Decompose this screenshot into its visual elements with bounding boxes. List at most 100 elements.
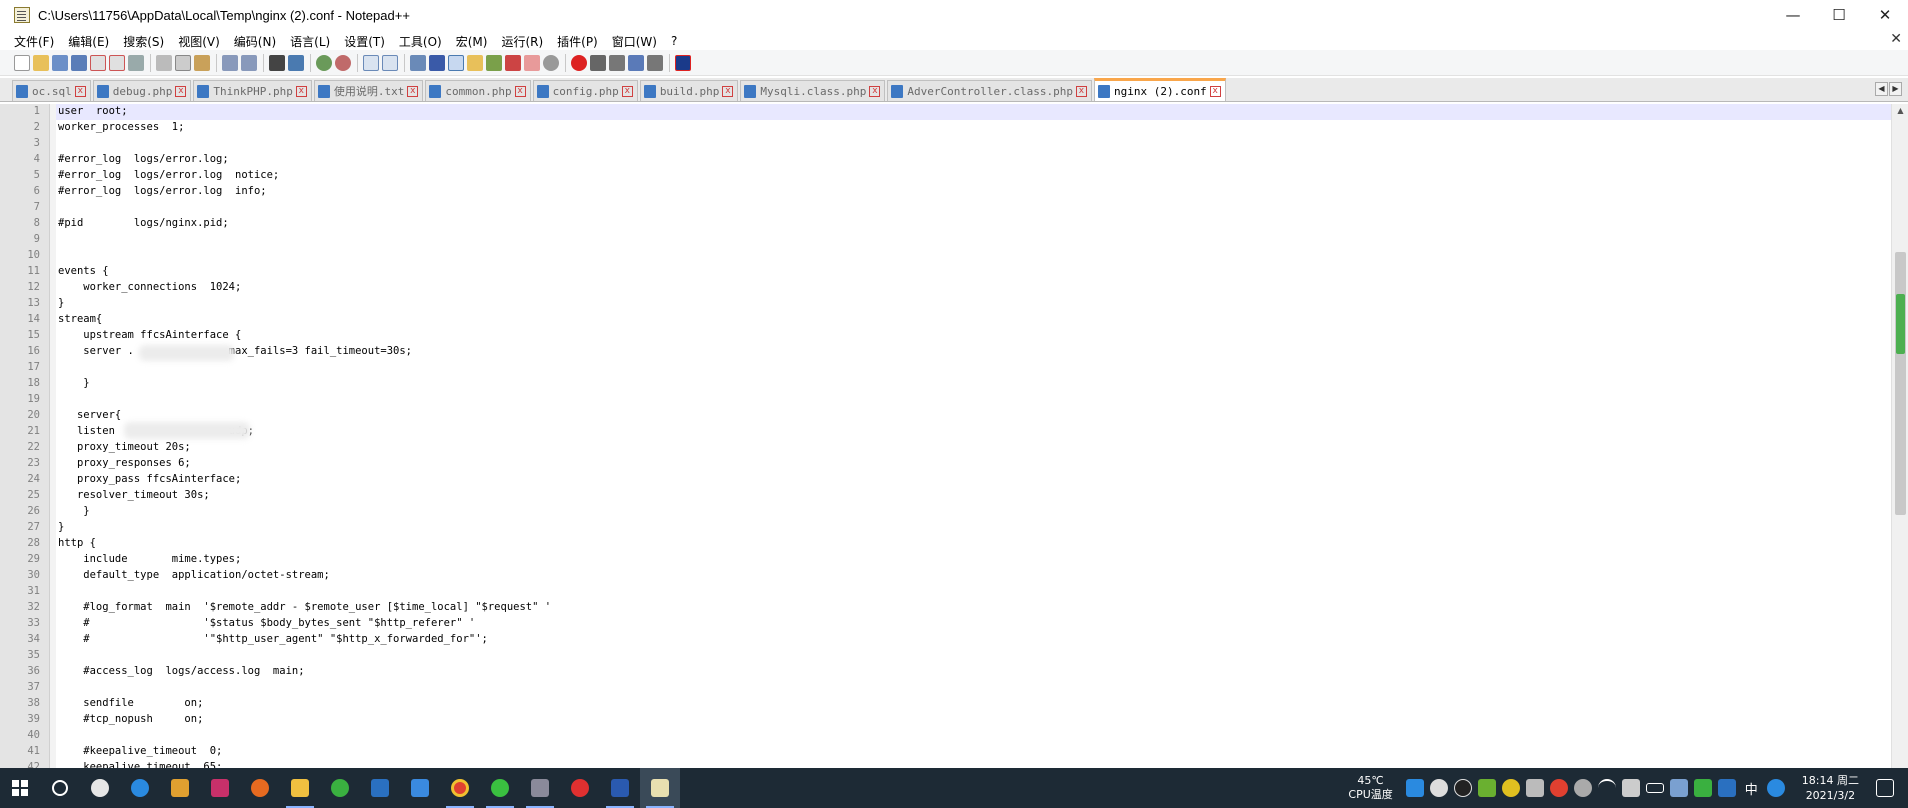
tab-close-icon[interactable]: x: [1075, 85, 1087, 97]
stop-macro-icon[interactable]: [590, 54, 606, 71]
menu-edit[interactable]: 编辑(E): [61, 33, 116, 50]
indent-guide-icon[interactable]: [448, 54, 464, 71]
tab-close-icon[interactable]: x: [869, 85, 881, 97]
open-file-icon[interactable]: [33, 54, 49, 71]
tab-config-php[interactable]: config.php x: [532, 80, 638, 101]
qq-tray-icon[interactable]: [1453, 779, 1472, 797]
maximize-button[interactable]: ☐: [1816, 0, 1862, 30]
menu-macro[interactable]: 宏(M): [449, 33, 495, 50]
close-file-icon[interactable]: [90, 54, 106, 71]
tab-close-icon[interactable]: x: [621, 85, 633, 97]
tab-close-icon[interactable]: x: [722, 85, 734, 97]
code-line[interactable]: proxy_pass ffcsAinterface;: [58, 473, 241, 485]
tab-common-php[interactable]: common.php x: [425, 80, 531, 101]
paste-icon[interactable]: [194, 54, 210, 71]
tab-build-php[interactable]: build.php x: [639, 80, 739, 101]
code-line[interactable]: default_type application/octet-stream;: [58, 569, 330, 581]
menu-window[interactable]: 窗口(W): [605, 33, 664, 50]
taskbar-wechat[interactable]: [480, 768, 520, 808]
tab-usage-txt[interactable]: 使用说明.txt x: [313, 80, 424, 101]
code-line[interactable]: server{: [58, 409, 121, 421]
replace-icon[interactable]: [288, 54, 304, 71]
app-blue-tray-icon[interactable]: [1717, 779, 1736, 797]
code-line[interactable]: }: [58, 297, 64, 309]
cpu-temperature[interactable]: 45℃ CPU温度: [1348, 774, 1392, 802]
language-icon[interactable]: [467, 54, 483, 71]
ime-indicator[interactable]: 中: [1745, 779, 1758, 798]
undo-icon[interactable]: [222, 54, 238, 71]
doc-map-icon[interactable]: [486, 54, 502, 71]
qq-tray-icon-2[interactable]: [1766, 779, 1785, 797]
code-line[interactable]: include mime.types;: [58, 553, 241, 565]
code-line[interactable]: #error_log logs/error.log;: [58, 153, 229, 165]
system-clock[interactable]: 18:14 周二 2021/3/2: [1802, 773, 1859, 803]
folder-workspace-icon[interactable]: [524, 54, 540, 71]
tab-advercontroller-php[interactable]: AdverController.class.php x: [887, 80, 1092, 101]
taskbar-app-9[interactable]: [400, 768, 440, 808]
code-line[interactable]: server . max_fails=3 fail_timeout=30s;: [58, 345, 412, 357]
cortana-search-button[interactable]: [40, 768, 80, 808]
menu-tools[interactable]: 工具(O): [392, 33, 449, 50]
taskbar-app-12[interactable]: [520, 768, 560, 808]
taskbar-word[interactable]: [600, 768, 640, 808]
tab-nginx-conf[interactable]: nginx (2).conf x: [1093, 78, 1226, 101]
wechat-tray-icon[interactable]: [1429, 779, 1448, 797]
volume-muted-icon[interactable]: [1621, 779, 1640, 797]
record-macro-icon[interactable]: [571, 54, 587, 71]
tab-close-icon[interactable]: x: [74, 85, 86, 97]
app-yellow-tray-icon[interactable]: [1501, 779, 1520, 797]
code-line[interactable]: worker_connections 1024;: [58, 281, 241, 293]
play-macro-icon[interactable]: [609, 54, 625, 71]
tab-close-icon[interactable]: x: [295, 85, 307, 97]
menu-run[interactable]: 运行(R): [494, 33, 550, 50]
zoom-in-icon[interactable]: [316, 54, 332, 71]
tab-scroll-right-icon[interactable]: ▶: [1889, 82, 1902, 96]
taskbar-app-13[interactable]: [560, 768, 600, 808]
code-line[interactable]: # '$status $body_bytes_sent "$http_refer…: [58, 617, 475, 629]
copy-icon[interactable]: [175, 54, 191, 71]
code-editor[interactable]: 1 2 3 4 5 6 7 8 9 10 11 12 13 14 15 16 17 18 19 20 21 22 23 24 2…: [0, 104, 1908, 768]
menu-help[interactable]: ?: [664, 34, 684, 48]
close-document-icon[interactable]: ✕: [1890, 31, 1902, 47]
fold-margin[interactable]: [50, 104, 56, 768]
qq-browser-tray-icon[interactable]: [1405, 779, 1424, 797]
code-line[interactable]: #error_log logs/error.log notice;: [58, 169, 279, 181]
weibo-tray-icon[interactable]: [1549, 779, 1568, 797]
cut-icon[interactable]: [156, 54, 172, 71]
code-line[interactable]: # '"$http_user_agent" "$http_x_forwarded…: [58, 633, 488, 645]
taskbar-app-3[interactable]: [160, 768, 200, 808]
code-line[interactable]: proxy_responses 6;: [58, 457, 191, 469]
code-line[interactable]: resolver_timeout 30s;: [58, 489, 210, 501]
code-line[interactable]: keepalive_timeout 65;: [58, 761, 222, 768]
tab-debug-php[interactable]: debug.php x: [92, 80, 192, 101]
code-line[interactable]: #error_log logs/error.log info;: [58, 185, 267, 197]
code-line[interactable]: }: [58, 505, 89, 517]
minimize-button[interactable]: —: [1770, 0, 1816, 30]
tab-close-icon[interactable]: x: [407, 85, 419, 97]
spell-check-icon[interactable]: [675, 54, 691, 71]
code-line[interactable]: worker_processes 1;: [58, 121, 184, 133]
code-line[interactable]: #tcp_nopush on;: [58, 713, 203, 725]
sync-vertical-icon[interactable]: [363, 54, 379, 71]
scroll-up-icon[interactable]: ▲: [1895, 106, 1906, 115]
vs-tray-icon[interactable]: [1693, 779, 1712, 797]
menu-search[interactable]: 搜索(S): [116, 33, 171, 50]
menu-file[interactable]: 文件(F): [0, 33, 61, 50]
tab-close-icon[interactable]: x: [514, 85, 526, 97]
taskbar-ie[interactable]: [120, 768, 160, 808]
monitor-icon[interactable]: [543, 54, 559, 71]
save-icon[interactable]: [52, 54, 68, 71]
menu-language[interactable]: 语言(L): [283, 33, 337, 50]
tab-oc-sql[interactable]: oc.sql x: [12, 80, 91, 101]
print-icon[interactable]: [128, 54, 144, 71]
tab-close-icon[interactable]: x: [175, 85, 187, 97]
title-bar[interactable]: C:\Users\11756\AppData\Local\Temp\nginx …: [0, 0, 1908, 30]
menu-settings[interactable]: 设置(T): [337, 33, 392, 50]
show-all-chars-icon[interactable]: [429, 54, 445, 71]
code-line[interactable]: #keepalive_timeout 0;: [58, 745, 222, 757]
code-line[interactable]: upstream ffcsAinterface {: [58, 329, 241, 341]
tab-mysqli-class-php[interactable]: Mysqli.class.php x: [740, 80, 886, 101]
taskbar-chrome[interactable]: [440, 768, 480, 808]
tab-thinkphp-php[interactable]: ThinkPHP.php x: [193, 80, 312, 101]
sync-horizontal-icon[interactable]: [382, 54, 398, 71]
